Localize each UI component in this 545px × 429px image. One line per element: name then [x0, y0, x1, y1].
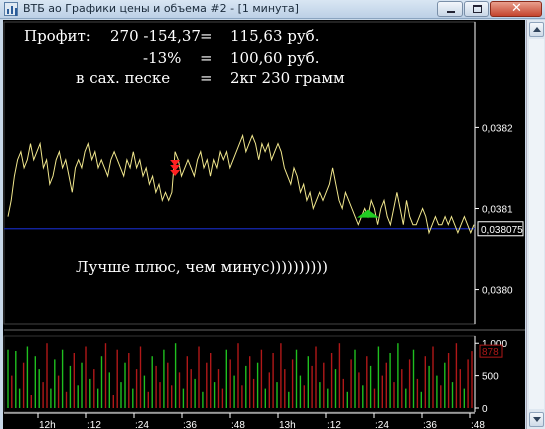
current-volume-label: 878	[482, 347, 499, 358]
scroll-thumb[interactable]	[529, 39, 544, 409]
time-tick-label: 13h	[279, 420, 296, 429]
time-tick-label: :36	[183, 420, 197, 429]
time-tick-label: 12h	[39, 420, 56, 429]
chart-window: ВТБ ао Графики цены и объема #2 - [1 мин…	[0, 0, 545, 429]
time-tick-label: :48	[471, 420, 485, 429]
volume-tick-label: 500	[482, 372, 499, 383]
profit-result: 115,63 руб.	[230, 27, 320, 45]
sell-marker-icon	[170, 169, 181, 176]
sugar-result: 2кг 230 грамм	[230, 69, 345, 87]
sugar-label: в сах. песке	[76, 69, 171, 87]
percent-equals: =	[200, 49, 213, 67]
comment-text: Лучше плюс, чем минус))))))))))	[76, 258, 329, 276]
price-line	[7, 133, 475, 235]
time-tick-label: :24	[135, 420, 149, 429]
profit-equals: =	[200, 27, 213, 45]
time-tick-label: :12	[87, 420, 101, 429]
time-tick-label: :24	[375, 420, 389, 429]
price-tick-label: 0,0380	[482, 286, 513, 297]
volume-tick-label: 0	[482, 404, 488, 415]
scroll-down-icon[interactable]	[529, 412, 544, 427]
sugar-equals: =	[200, 69, 213, 87]
price-tick-label: 0,0382	[482, 123, 513, 134]
time-tick-label: :12	[327, 420, 341, 429]
profit-expression: 270 -154,37	[110, 27, 201, 45]
time-tick-label: :48	[231, 420, 245, 429]
percent-value: -13%	[143, 49, 182, 67]
current-price-label: 0,038075	[481, 225, 523, 236]
vertical-scrollbar[interactable]	[526, 20, 545, 429]
scroll-up-icon[interactable]	[529, 22, 544, 37]
price-tick-label: 0,0381	[482, 204, 513, 215]
profit-label: Профит:	[24, 27, 91, 45]
percent-result: 100,60 руб.	[230, 49, 320, 67]
time-tick-label: :36	[423, 420, 437, 429]
